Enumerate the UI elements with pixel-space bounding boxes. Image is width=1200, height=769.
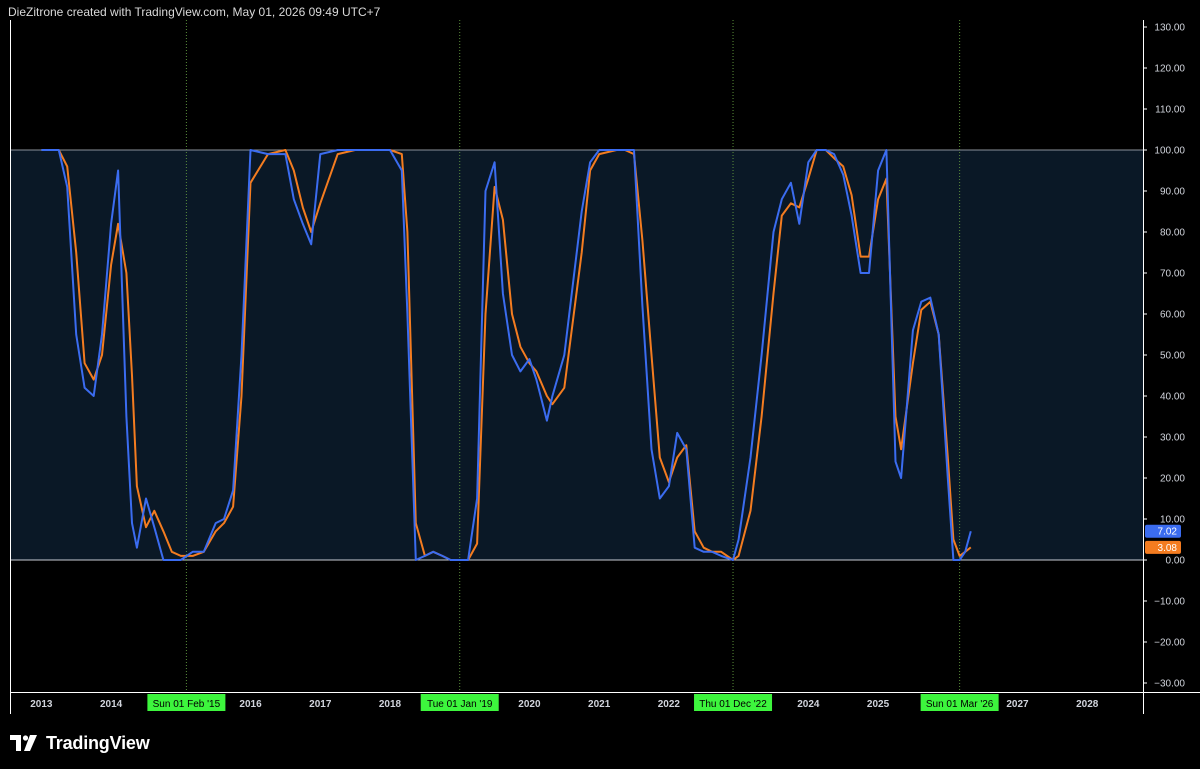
last-value-label-d: 3.08 — [1158, 543, 1178, 554]
x-tick-label: 2024 — [797, 699, 820, 710]
marker-label-1: Tue 01 Jan '19 — [427, 699, 493, 710]
x-tick-label: 2025 — [867, 699, 890, 710]
x-tick-label: 2020 — [518, 699, 541, 710]
x-tick-label: 2016 — [239, 699, 262, 710]
brand-name: TradingView — [46, 732, 150, 753]
marker-label-2: Thu 01 Dec '22 — [699, 699, 767, 710]
y-tick-label: 70.00 — [1160, 269, 1185, 280]
y-tick-label: 100.00 — [1154, 146, 1185, 157]
marker-label-0: Sun 01 Feb '15 — [153, 699, 221, 710]
y-tick-label: 90.00 — [1160, 187, 1185, 198]
last-value-label-k: 7.02 — [1158, 527, 1178, 538]
y-tick-label: −10.00 — [1154, 597, 1185, 608]
stochastic-chart: 130.00 120.00 110.00 100.00 90.00 80.00 70.00 6… — [10, 20, 1200, 714]
y-tick-label: 60.00 — [1160, 310, 1185, 321]
tradingview-logo-icon — [10, 735, 37, 751]
y-tick-label: 10.00 — [1160, 515, 1185, 526]
y-tick-label: −30.00 — [1154, 679, 1185, 690]
brand: TradingView — [10, 732, 150, 754]
marker-label-3: Sun 01 Mar '26 — [926, 699, 994, 710]
x-tick-label: 2013 — [30, 699, 53, 710]
y-tick-label: 120.00 — [1154, 64, 1185, 75]
y-tick-label: 0.00 — [1166, 556, 1186, 567]
x-tick-label: 2022 — [658, 699, 681, 710]
x-tick-label: 2018 — [379, 699, 402, 710]
y-tick-label: 20.00 — [1160, 474, 1185, 485]
y-tick-label: 40.00 — [1160, 392, 1185, 403]
y-tick-label: 80.00 — [1160, 228, 1185, 239]
x-tick-label: 2021 — [588, 699, 611, 710]
y-tick-label: −20.00 — [1154, 638, 1185, 649]
x-tick-label: 2027 — [1006, 699, 1029, 710]
x-tick-label: 2028 — [1076, 699, 1099, 710]
y-tick-label: 110.00 — [1155, 105, 1185, 116]
x-tick-label: 2017 — [309, 699, 332, 710]
y-tick-label: 130.00 — [1154, 23, 1185, 34]
y-tick-label: 30.00 — [1160, 433, 1185, 444]
band-fill — [10, 150, 1143, 560]
x-tick-label: 2014 — [100, 699, 123, 710]
y-tick-label: 50.00 — [1160, 351, 1185, 362]
